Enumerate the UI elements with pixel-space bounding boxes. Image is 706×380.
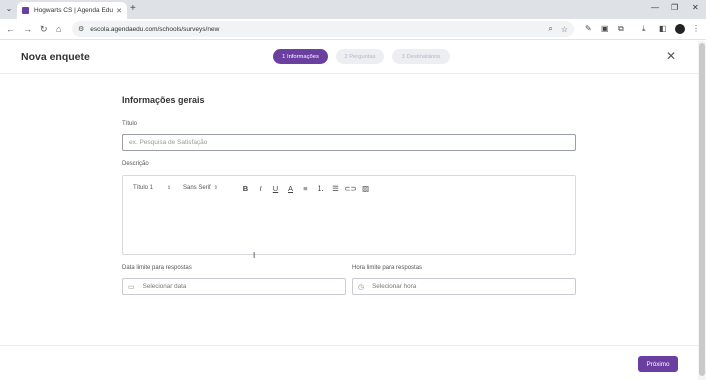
step-perguntas[interactable]: 2 Perguntas	[336, 49, 384, 64]
page-title: Nova enquete	[21, 51, 90, 63]
footer-divider	[0, 345, 698, 346]
pen-extension-icon[interactable]: ✎	[585, 24, 592, 34]
deadline-date-input[interactable]: ▭ Selecionar data	[122, 278, 346, 295]
font-select[interactable]: Sans Serif ⇕	[183, 185, 238, 191]
heading-select[interactable]: Título 1 ⇕	[133, 185, 183, 191]
extension-icon[interactable]: ▣	[601, 24, 609, 34]
link-icon[interactable]: ⊂⊃	[343, 184, 358, 193]
bullet-list-icon[interactable]: ☰	[328, 184, 343, 193]
deadline-date-label: Data limite para respostas	[122, 265, 192, 271]
next-button[interactable]: Próximo	[638, 356, 678, 372]
step-informacoes[interactable]: 1 Informações	[273, 49, 328, 64]
clock-icon: ◷	[358, 283, 365, 291]
heading-select-arrow-icon: ⇕	[167, 185, 172, 191]
font-select-value: Sans Serif	[183, 185, 211, 191]
close-icon[interactable]: ✕	[666, 49, 676, 63]
url-text[interactable]: escola.agendaedu.com/schools/surveys/new	[90, 26, 540, 33]
text-cursor-icon: I	[253, 251, 256, 260]
deadline-time-placeholder: Selecionar hora	[372, 283, 417, 290]
align-icon[interactable]: ≡	[298, 184, 313, 193]
menu-icon[interactable]: ⋮	[692, 24, 700, 34]
deadline-date-placeholder: Selecionar data	[142, 283, 187, 290]
favicon-icon	[22, 7, 29, 14]
editor-toolbar: Título 1 ⇕ Sans Serif ⇕ B I U A ≡ ⒈ ☰ ⊂⊃…	[123, 176, 575, 200]
address-bar[interactable]: ⚙ escola.agendaedu.com/schools/surveys/n…	[72, 21, 574, 37]
minimize-icon[interactable]: —	[651, 3, 659, 13]
deadline-time-input[interactable]: ◷ Selecionar hora	[352, 278, 576, 295]
description-label: Descrição	[122, 161, 149, 167]
bookmark-star-icon[interactable]: ☆	[561, 25, 568, 34]
text-color-icon[interactable]: A	[283, 184, 298, 193]
image-icon[interactable]: ▨	[358, 184, 373, 193]
site-info-icon[interactable]: ⚙	[78, 25, 84, 33]
title-label: Título	[122, 121, 138, 127]
tab-search-icon[interactable]: ⌄	[4, 4, 14, 14]
browser-tab[interactable]: Hogwarts CS | Agenda Edu ✕	[17, 2, 127, 19]
extensions-icon[interactable]: ⧉	[618, 24, 624, 34]
new-tab-button[interactable]: +	[130, 4, 136, 14]
download-icon[interactable]: ⤓	[642, 24, 646, 34]
side-panel-icon[interactable]: ◧	[659, 24, 667, 34]
step-destinatarios[interactable]: 3 Destinatários	[392, 49, 450, 64]
section-title: Informações gerais	[122, 95, 205, 105]
back-icon[interactable]: ←	[6, 24, 15, 34]
restore-icon[interactable]: ❐	[671, 3, 678, 13]
tab-close-icon[interactable]: ✕	[116, 7, 122, 15]
italic-icon[interactable]: I	[253, 184, 268, 193]
tab-title: Hogwarts CS | Agenda Edu	[34, 7, 114, 14]
heading-select-value: Título 1	[133, 185, 154, 191]
scrollbar-thumb[interactable]	[699, 43, 705, 376]
forward-icon[interactable]: →	[23, 24, 32, 34]
calendar-icon: ▭	[128, 283, 135, 291]
reload-icon[interactable]: ↻	[40, 24, 48, 34]
page-scrollbar[interactable]	[698, 41, 706, 380]
browser-toolbar: ← → ↻ ⌂ ⚙ escola.agendaedu.com/schools/s…	[0, 19, 706, 40]
home-icon[interactable]: ⌂	[56, 24, 61, 34]
underline-icon[interactable]: U	[268, 184, 283, 193]
title-input[interactable]: ex. Pesquisa de Satisfação	[122, 134, 576, 151]
description-editor[interactable]: Título 1 ⇕ Sans Serif ⇕ B I U A ≡ ⒈ ☰ ⊂⊃…	[122, 175, 576, 255]
zoom-icon[interactable]: ⌕	[548, 24, 552, 34]
ordered-list-icon[interactable]: ⒈	[313, 183, 328, 194]
browser-tab-strip: ⌄ Hogwarts CS | Agenda Edu ✕ + — ❐ ✕	[0, 0, 706, 19]
bold-icon[interactable]: B	[238, 184, 253, 193]
window-close-icon[interactable]: ✕	[692, 3, 699, 13]
deadline-time-label: Hora limite para respostas	[352, 265, 423, 271]
title-placeholder: ex. Pesquisa de Satisfação	[129, 139, 208, 146]
font-select-arrow-icon: ⇕	[213, 185, 218, 191]
profile-avatar[interactable]	[675, 24, 685, 34]
